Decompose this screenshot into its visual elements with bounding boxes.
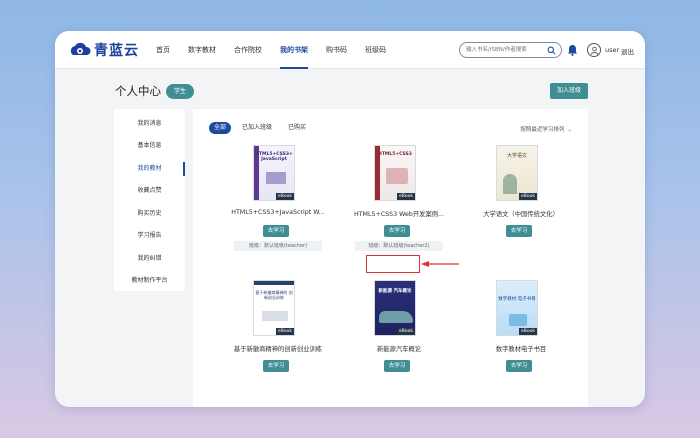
sidebar-item-authoring-platform[interactable]: 教材制作平台 [114,274,185,288]
sidebar-item-favorites[interactable]: 收藏点赞 [114,184,185,198]
sidebar-item-study-report[interactable]: 学习报告 [114,229,185,243]
book-cover[interactable]: 基于新徽商精神的 创新创业训练 eBook [253,280,295,336]
sidebar-item-basic-info[interactable]: 基本信息 [114,139,185,153]
app-window: 青蓝云 首页 数字教材 合作院校 我的书架 购书码 班级码 输入书名/ISBN/… [55,31,645,407]
nav-digital-textbooks[interactable]: 数字教材 [188,31,216,69]
book-cover[interactable]: HTML5+CSS3+ JavaScript eBook [253,145,295,201]
cover-graphic [503,174,517,194]
nav-class-code[interactable]: 班级码 [365,31,386,69]
nav-purchase-code[interactable]: 购书码 [326,31,347,69]
cover-graphic [386,168,408,184]
cover-graphic [509,314,527,326]
sidebar-item-messages[interactable]: 我的消息 [114,117,185,131]
nav-my-bookshelf[interactable]: 我的书架 [280,31,308,69]
main-nav: 首页 数字教材 合作院校 我的书架 购书码 班级码 [156,31,404,69]
tab-joined-class[interactable]: 已加入班级 [237,122,277,134]
filter-tabs: 全部 已加入班级 已购买 [209,122,317,134]
cover-graphic [262,311,288,321]
book-card: 基于新徽商精神的 创新创业训练 eBook 基于新徽商精神的创新创业训练 去学习 [223,280,333,392]
study-button[interactable]: 去学习 [263,225,289,237]
sidebar: 我的消息 基本信息 我的教材 收藏点赞 购买历史 学习报告 我的纠错 教材制作平… [114,109,185,291]
sort-label: 按照最近学习排列 [520,127,565,133]
top-header: 青蓝云 首页 数字教材 合作院校 我的书架 购书码 班级码 输入书名/ISBN/… [55,31,645,69]
logo[interactable]: 青蓝云 [69,40,139,60]
cover-graphic [379,311,413,323]
highlight-box [366,255,420,273]
join-class-button[interactable]: 加入班级 [550,83,588,99]
logo-text: 青蓝云 [94,43,139,59]
cover-title: 基于新徽商精神的 创新创业训练 [255,290,293,300]
search-box [459,42,562,58]
ebook-tag: eBook [397,193,415,200]
study-button[interactable]: 去学习 [506,360,532,372]
user-icon [590,46,598,55]
cover-title: HTML5+CSS3 [378,152,412,157]
book-card: HTML5+CSS3+ JavaScript eBook HTML5+CSS3+… [223,145,333,257]
study-button[interactable]: 去学习 [506,225,532,237]
book-card: 大学语文 eBook 大学语文（中国传统文化） 去学习 [466,145,576,257]
nav-partner-schools[interactable]: 合作院校 [234,31,262,69]
cover-title: HTML5+CSS3+ JavaScript [255,152,293,162]
ebook-tag: eBook [397,328,415,335]
ebook-tag: eBook [519,328,537,335]
role-badge: 学生 [166,84,194,99]
cloud-logo-icon [70,42,91,55]
sidebar-item-purchase-history[interactable]: 购买历史 [114,207,185,221]
book-title[interactable]: 新能源汽车概论 [344,344,454,353]
sort-dropdown[interactable]: 按照最近学习排列 ⌄ [520,125,572,133]
ebook-tag: eBook [276,193,294,200]
sidebar-item-my-textbooks[interactable]: 我的教材 [114,162,185,176]
book-title[interactable]: HTML5+CSS3+JavaScript W... [223,209,333,216]
cover-title: 新能源 汽车概论 [378,289,412,294]
logout-link[interactable]: 退出 [621,46,634,56]
ebook-tag: eBook [276,328,294,335]
cover-title: 数字教材 电子书目 [498,297,536,302]
tab-all[interactable]: 全部 [209,122,232,134]
study-button[interactable]: 去学习 [384,225,410,237]
avatar-icon[interactable] [587,43,601,57]
book-card: HTML5+CSS3 eBook HTML5+CSS3 Web开发案例... 去… [344,145,454,257]
book-title[interactable]: 基于新徽商精神的创新创业训练 [223,344,333,353]
annotation-arrow-icon [421,261,459,267]
study-button[interactable]: 去学习 [263,360,289,372]
search-icon[interactable] [547,46,556,55]
study-button[interactable]: 去学习 [384,360,410,372]
book-title[interactable]: 大学语文（中国传统文化） [466,209,576,218]
book-title[interactable]: HTML5+CSS3 Web开发案例... [344,209,454,218]
book-cover[interactable]: HTML5+CSS3 eBook [374,145,416,201]
class-tag: 班级：默认班级(teacher2) [355,241,443,251]
book-card: 新能源 汽车概论 eBook 新能源汽车概论 去学习 [344,280,454,392]
page-title: 个人中心 [115,84,161,98]
cover-graphic [266,172,286,184]
book-cover[interactable]: 数字教材 电子书目 eBook [496,280,538,336]
book-title[interactable]: 数字教材电子书目 [466,344,576,353]
bell-icon[interactable] [567,44,578,56]
search-input[interactable] [466,44,548,56]
sidebar-item-corrections[interactable]: 我的纠错 [114,252,185,266]
book-cover[interactable]: 大学语文 eBook [496,145,538,201]
user-name: user [605,46,620,54]
cover-title: 大学语文 [506,153,527,159]
tab-purchased[interactable]: 已购买 [283,122,311,134]
ebook-tag: eBook [519,193,537,200]
chevron-down-icon: ⌄ [567,127,572,133]
nav-home[interactable]: 首页 [156,31,170,69]
cover-band [254,281,294,285]
book-cover[interactable]: 新能源 汽车概论 eBook [374,280,416,336]
book-card: 数字教材 电子书目 eBook 数字教材电子书目 去学习 [466,280,576,392]
class-tag: 班级：默认班级(teacher) [234,241,322,251]
